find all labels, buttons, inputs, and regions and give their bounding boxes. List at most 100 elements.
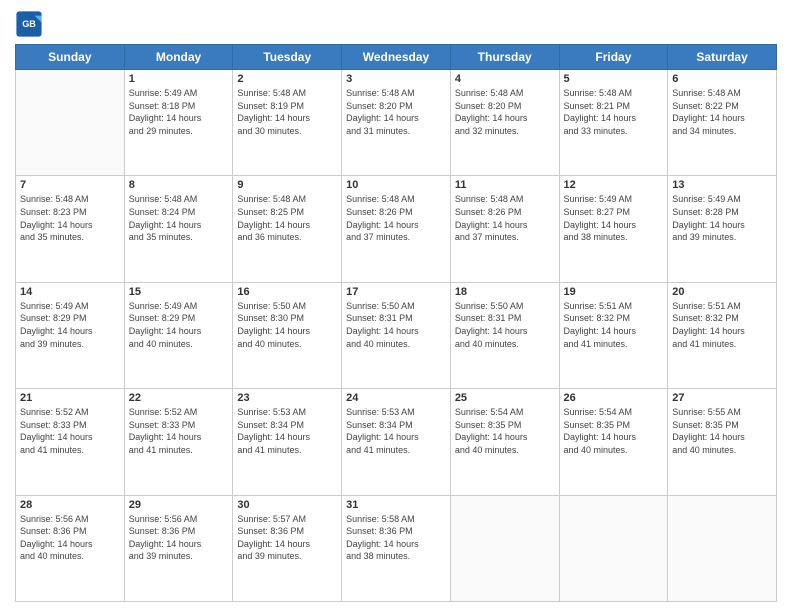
calendar-day-cell: 2 Sunrise: 5:48 AM Sunset: 8:19 PM Daylig… [233, 70, 342, 176]
calendar-day-cell: 28Sunrise: 5:56 AM Sunset: 8:36 PM Dayli… [16, 495, 125, 601]
day-number: 30 [237, 499, 337, 511]
calendar-day-cell: 7Sunrise: 5:48 AM Sunset: 8:23 PM Daylig… [16, 176, 125, 282]
page: GB SundayMondayTuesdayWednesdayThursdayF… [0, 0, 792, 612]
day-number: 27 [672, 392, 772, 404]
day-number: 21 [20, 392, 120, 404]
day-of-week-header: Wednesday [342, 45, 451, 70]
day-info: Sunrise: 5:48 AM Sunset: 8:24 PM Dayligh… [129, 193, 229, 243]
day-info: Sunrise: 5:52 AM Sunset: 8:33 PM Dayligh… [129, 406, 229, 456]
day-number: 9 [237, 179, 337, 191]
calendar-day-cell: 18 Sunrise: 5:50 AM Sunset: 8:31 PM Dayli… [450, 282, 559, 388]
day-number: 25 [455, 392, 555, 404]
calendar-week-row: 1Sunrise: 5:49 AM Sunset: 8:18 PM Daylig… [16, 70, 777, 176]
logo: GB [15, 10, 47, 38]
day-number: 22 [129, 392, 229, 404]
day-info: Sunrise: 5:48 AM Sunset: 8:26 PM Dayligh… [346, 193, 446, 243]
day-number: 13 [672, 179, 772, 191]
day-info: Sunrise: 5:52 AM Sunset: 8:33 PM Dayligh… [20, 406, 120, 456]
day-info: Sunrise: 5:50 AM Sunset: 8:31 PM Dayligh… [346, 300, 446, 350]
day-info: Sunrise: 5:49 AM Sunset: 8:28 PM Dayligh… [672, 193, 772, 243]
calendar-day-cell: 4 Sunrise: 5:48 AM Sunset: 8:20 PM Daylig… [450, 70, 559, 176]
calendar-day-cell: 9Sunrise: 5:48 AM Sunset: 8:25 PM Daylig… [233, 176, 342, 282]
day-info: Sunrise: 5:53 AM Sunset: 8:34 PM Dayligh… [346, 406, 446, 456]
day-number: 24 [346, 392, 446, 404]
day-number: 29 [129, 499, 229, 511]
calendar-day-cell: 24 Sunrise: 5:53 AM Sunset: 8:34 PM Dayli… [342, 389, 451, 495]
day-number: 4 [455, 73, 555, 85]
calendar-day-cell: 26 Sunrise: 5:54 AM Sunset: 8:35 PM Dayli… [559, 389, 668, 495]
calendar-week-row: 14Sunrise: 5:49 AM Sunset: 8:29 PM Dayli… [16, 282, 777, 388]
day-number: 15 [129, 286, 229, 298]
calendar-day-cell: 11Sunrise: 5:48 AM Sunset: 8:26 PM Dayli… [450, 176, 559, 282]
day-number: 26 [564, 392, 664, 404]
day-info: Sunrise: 5:48 AM Sunset: 8:20 PM Dayligh… [455, 87, 555, 137]
day-number: 5 [564, 73, 664, 85]
calendar-header-row: SundayMondayTuesdayWednesdayThursdayFrid… [16, 45, 777, 70]
svg-text:GB: GB [22, 19, 36, 29]
calendar-day-cell: 1Sunrise: 5:49 AM Sunset: 8:18 PM Daylig… [124, 70, 233, 176]
day-number: 10 [346, 179, 446, 191]
header: GB [15, 10, 777, 38]
calendar-day-cell [16, 70, 125, 176]
day-of-week-header: Sunday [16, 45, 125, 70]
day-info: Sunrise: 5:51 AM Sunset: 8:32 PM Dayligh… [672, 300, 772, 350]
calendar-day-cell: 12 Sunrise: 5:49 AM Sunset: 8:27 PM Dayli… [559, 176, 668, 282]
day-of-week-header: Saturday [668, 45, 777, 70]
day-of-week-header: Friday [559, 45, 668, 70]
day-info: Sunrise: 5:48 AM Sunset: 8:26 PM Dayligh… [455, 193, 555, 243]
calendar-day-cell [450, 495, 559, 601]
day-number: 23 [237, 392, 337, 404]
day-info: Sunrise: 5:54 AM Sunset: 8:35 PM Dayligh… [564, 406, 664, 456]
calendar-day-cell: 25 Sunrise: 5:54 AM Sunset: 8:35 PM Dayli… [450, 389, 559, 495]
day-number: 31 [346, 499, 446, 511]
day-info: Sunrise: 5:50 AM Sunset: 8:31 PM Dayligh… [455, 300, 555, 350]
calendar-day-cell: 14Sunrise: 5:49 AM Sunset: 8:29 PM Dayli… [16, 282, 125, 388]
day-of-week-header: Thursday [450, 45, 559, 70]
calendar-day-cell: 17 Sunrise: 5:50 AM Sunset: 8:31 PM Dayli… [342, 282, 451, 388]
day-info: Sunrise: 5:56 AM Sunset: 8:36 PM Dayligh… [129, 513, 229, 563]
day-number: 2 [237, 73, 337, 85]
day-info: Sunrise: 5:50 AM Sunset: 8:30 PM Dayligh… [237, 300, 337, 350]
day-number: 8 [129, 179, 229, 191]
calendar-day-cell: 13 Sunrise: 5:49 AM Sunset: 8:28 PM Dayli… [668, 176, 777, 282]
day-info: Sunrise: 5:51 AM Sunset: 8:32 PM Dayligh… [564, 300, 664, 350]
day-info: Sunrise: 5:53 AM Sunset: 8:34 PM Dayligh… [237, 406, 337, 456]
calendar-day-cell: 19 Sunrise: 5:51 AM Sunset: 8:32 PM Dayli… [559, 282, 668, 388]
day-info: Sunrise: 5:48 AM Sunset: 8:21 PM Dayligh… [564, 87, 664, 137]
calendar-day-cell [668, 495, 777, 601]
day-number: 3 [346, 73, 446, 85]
calendar-table: SundayMondayTuesdayWednesdayThursdayFrid… [15, 44, 777, 602]
day-info: Sunrise: 5:48 AM Sunset: 8:19 PM Dayligh… [237, 87, 337, 137]
day-info: Sunrise: 5:49 AM Sunset: 8:29 PM Dayligh… [20, 300, 120, 350]
day-of-week-header: Tuesday [233, 45, 342, 70]
day-info: Sunrise: 5:58 AM Sunset: 8:36 PM Dayligh… [346, 513, 446, 563]
day-number: 12 [564, 179, 664, 191]
day-info: Sunrise: 5:54 AM Sunset: 8:35 PM Dayligh… [455, 406, 555, 456]
day-number: 19 [564, 286, 664, 298]
day-number: 20 [672, 286, 772, 298]
calendar-day-cell: 16 Sunrise: 5:50 AM Sunset: 8:30 PM Dayli… [233, 282, 342, 388]
calendar-day-cell: 6Sunrise: 5:48 AM Sunset: 8:22 PM Daylig… [668, 70, 777, 176]
calendar-day-cell: 15 Sunrise: 5:49 AM Sunset: 8:29 PM Dayli… [124, 282, 233, 388]
day-info: Sunrise: 5:56 AM Sunset: 8:36 PM Dayligh… [20, 513, 120, 563]
day-info: Sunrise: 5:55 AM Sunset: 8:35 PM Dayligh… [672, 406, 772, 456]
calendar-day-cell: 23 Sunrise: 5:53 AM Sunset: 8:34 PM Dayli… [233, 389, 342, 495]
calendar-week-row: 28Sunrise: 5:56 AM Sunset: 8:36 PM Dayli… [16, 495, 777, 601]
day-number: 17 [346, 286, 446, 298]
day-info: Sunrise: 5:57 AM Sunset: 8:36 PM Dayligh… [237, 513, 337, 563]
calendar-day-cell: 5 Sunrise: 5:48 AM Sunset: 8:21 PM Daylig… [559, 70, 668, 176]
calendar-day-cell [559, 495, 668, 601]
day-info: Sunrise: 5:49 AM Sunset: 8:29 PM Dayligh… [129, 300, 229, 350]
calendar-day-cell: 22 Sunrise: 5:52 AM Sunset: 8:33 PM Dayli… [124, 389, 233, 495]
day-of-week-header: Monday [124, 45, 233, 70]
day-info: Sunrise: 5:48 AM Sunset: 8:22 PM Dayligh… [672, 87, 772, 137]
calendar-day-cell: 20 Sunrise: 5:51 AM Sunset: 8:32 PM Dayli… [668, 282, 777, 388]
day-number: 16 [237, 286, 337, 298]
day-info: Sunrise: 5:49 AM Sunset: 8:27 PM Dayligh… [564, 193, 664, 243]
calendar-day-cell: 3Sunrise: 5:48 AM Sunset: 8:20 PM Daylig… [342, 70, 451, 176]
calendar-day-cell: 31 Sunrise: 5:58 AM Sunset: 8:36 PM Dayli… [342, 495, 451, 601]
day-number: 18 [455, 286, 555, 298]
day-number: 1 [129, 73, 229, 85]
calendar-day-cell: 27 Sunrise: 5:55 AM Sunset: 8:35 PM Dayli… [668, 389, 777, 495]
calendar-day-cell: 29 Sunrise: 5:56 AM Sunset: 8:36 PM Dayli… [124, 495, 233, 601]
